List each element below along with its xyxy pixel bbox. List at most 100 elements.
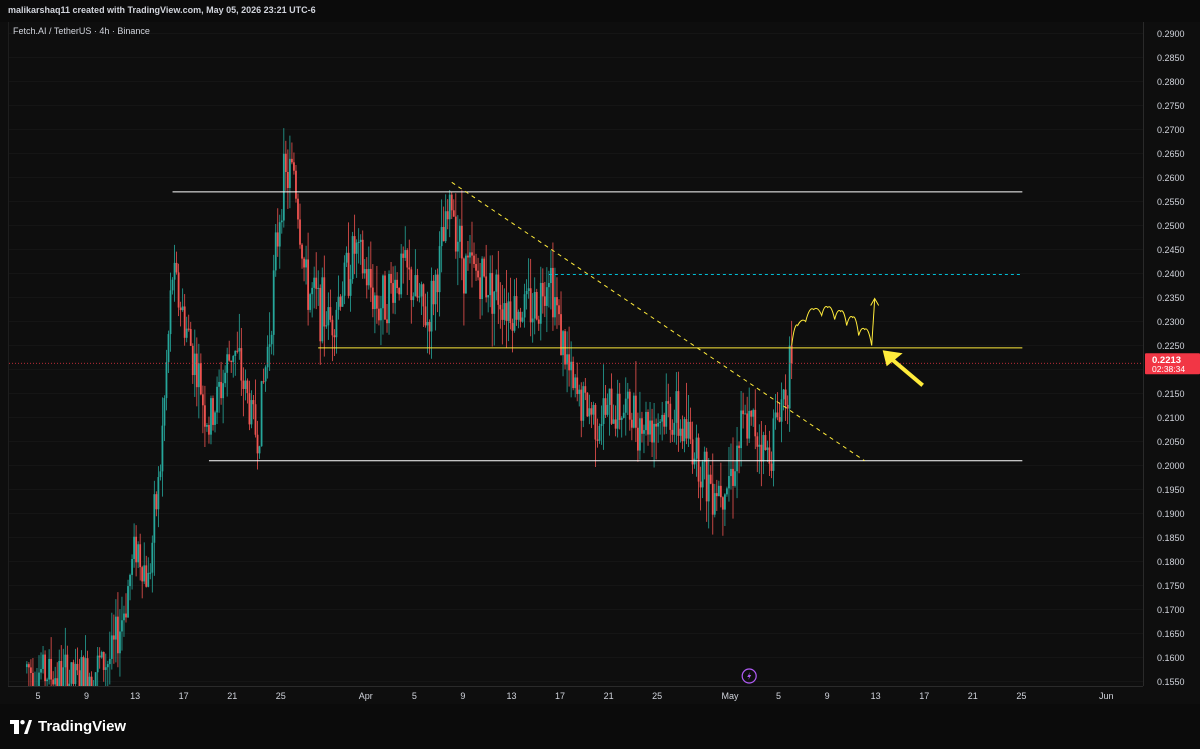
candle-body bbox=[770, 463, 773, 471]
candle-body bbox=[388, 273, 390, 324]
candle-body bbox=[598, 426, 601, 441]
candle-body bbox=[284, 153, 287, 172]
candle-body bbox=[509, 301, 512, 324]
candle-body bbox=[764, 435, 767, 450]
candle-body bbox=[780, 399, 783, 422]
candle-body bbox=[645, 411, 647, 431]
candle-body bbox=[32, 672, 34, 686]
candle-body bbox=[38, 672, 40, 686]
candle-body bbox=[434, 274, 437, 305]
candle-body bbox=[169, 290, 172, 335]
candle-body bbox=[659, 421, 662, 423]
candle-body bbox=[143, 565, 146, 582]
candle-body bbox=[626, 391, 629, 399]
time-tick-label: May bbox=[721, 691, 739, 701]
candle-body bbox=[149, 572, 152, 574]
candle-body bbox=[90, 676, 93, 686]
candle-body bbox=[675, 391, 678, 423]
chart-canvas[interactable] bbox=[9, 22, 1144, 686]
candle-body bbox=[390, 273, 392, 284]
candle-body bbox=[201, 394, 204, 406]
candle-body bbox=[452, 210, 455, 217]
time-tick-label: 21 bbox=[968, 691, 978, 701]
candle-body bbox=[301, 244, 303, 259]
candle-body bbox=[677, 391, 680, 436]
candle-body bbox=[746, 413, 749, 439]
candle-body bbox=[637, 427, 639, 451]
candle-body bbox=[127, 586, 129, 618]
candle-body bbox=[505, 303, 508, 321]
price-tick-label: 0.2650 bbox=[1157, 149, 1185, 159]
candle-body bbox=[639, 418, 641, 451]
candle-body bbox=[309, 294, 312, 310]
price-tick-label: 0.2800 bbox=[1157, 77, 1185, 87]
candle-body bbox=[30, 667, 32, 673]
candle-body bbox=[732, 468, 734, 486]
candle-body bbox=[515, 296, 518, 320]
price-tick-label: 0.1950 bbox=[1157, 485, 1185, 495]
candle-body bbox=[594, 404, 597, 440]
time-tick-label: 13 bbox=[130, 691, 140, 701]
candle-body bbox=[347, 252, 350, 296]
candle-body bbox=[475, 264, 477, 271]
candle-body bbox=[42, 654, 44, 670]
candle-body bbox=[772, 418, 775, 471]
price-tick-label: 0.1700 bbox=[1157, 605, 1185, 615]
candle-body bbox=[665, 401, 668, 427]
candle-body bbox=[351, 236, 354, 280]
candle-body bbox=[248, 393, 251, 425]
candle-body bbox=[448, 194, 451, 220]
chart-pane[interactable] bbox=[8, 22, 1144, 686]
candle-body bbox=[552, 267, 554, 318]
candle-body bbox=[705, 451, 708, 502]
time-tick-label: 21 bbox=[227, 691, 237, 701]
candle-body bbox=[418, 296, 421, 298]
time-axis-canvas: 5 9 13 17 21 25 Apr 5 9 13 17 21 25 May 5 9 13 17 21 25 Jun bbox=[35, 691, 1113, 701]
candle-body bbox=[503, 303, 506, 320]
price-tick-label: 0.2100 bbox=[1157, 413, 1185, 423]
candle-body bbox=[673, 422, 676, 435]
candle-body bbox=[114, 616, 117, 640]
candle-body bbox=[493, 291, 496, 314]
candle-body bbox=[234, 350, 237, 356]
candle-body bbox=[232, 355, 235, 362]
candle-body bbox=[574, 377, 577, 389]
candle-body bbox=[628, 391, 631, 420]
candle-body bbox=[117, 616, 119, 654]
candle-body bbox=[634, 395, 637, 428]
candle-body bbox=[25, 664, 28, 668]
candle-body bbox=[236, 350, 239, 352]
price-tick-label: 0.2050 bbox=[1157, 437, 1185, 447]
candle-body bbox=[228, 354, 231, 361]
candle-body bbox=[630, 419, 633, 428]
price-tick-label: 0.2300 bbox=[1157, 317, 1185, 327]
price-axis[interactable]: 0.2900 0.2850 0.2800 0.2750 0.2700 0.2650 0.26… bbox=[1143, 22, 1200, 686]
candle-body bbox=[135, 536, 138, 563]
candle-body bbox=[44, 654, 46, 682]
tradingview-brand[interactable]: TradingView bbox=[10, 718, 126, 735]
candle-body bbox=[173, 262, 176, 280]
candle-body bbox=[562, 331, 564, 356]
candle-body bbox=[560, 314, 562, 356]
price-tick-label: 0.2250 bbox=[1157, 341, 1185, 351]
candle-body bbox=[436, 274, 439, 293]
candle-body bbox=[568, 354, 571, 371]
price-tick-label: 0.1650 bbox=[1157, 629, 1185, 639]
price-tick-label: 0.2400 bbox=[1157, 269, 1185, 279]
candle-body bbox=[460, 225, 463, 259]
candle-body bbox=[412, 296, 415, 301]
candle-body bbox=[750, 410, 753, 417]
candle-body bbox=[238, 348, 241, 352]
candle-body bbox=[226, 354, 229, 373]
candle-body bbox=[371, 287, 374, 310]
candle-body bbox=[624, 398, 627, 413]
candle-body bbox=[276, 232, 279, 247]
candle-body bbox=[428, 321, 431, 332]
candle-body bbox=[724, 494, 726, 510]
candle-body bbox=[384, 275, 386, 320]
time-tick-label: 25 bbox=[652, 691, 662, 701]
candle-body bbox=[406, 250, 409, 268]
time-axis[interactable]: 5 9 13 17 21 25 Apr 5 9 13 17 21 25 May 5 9 13 17 21 25 Jun bbox=[8, 686, 1143, 705]
candle-body bbox=[572, 361, 575, 389]
price-tick-label: 0.2700 bbox=[1157, 125, 1185, 135]
